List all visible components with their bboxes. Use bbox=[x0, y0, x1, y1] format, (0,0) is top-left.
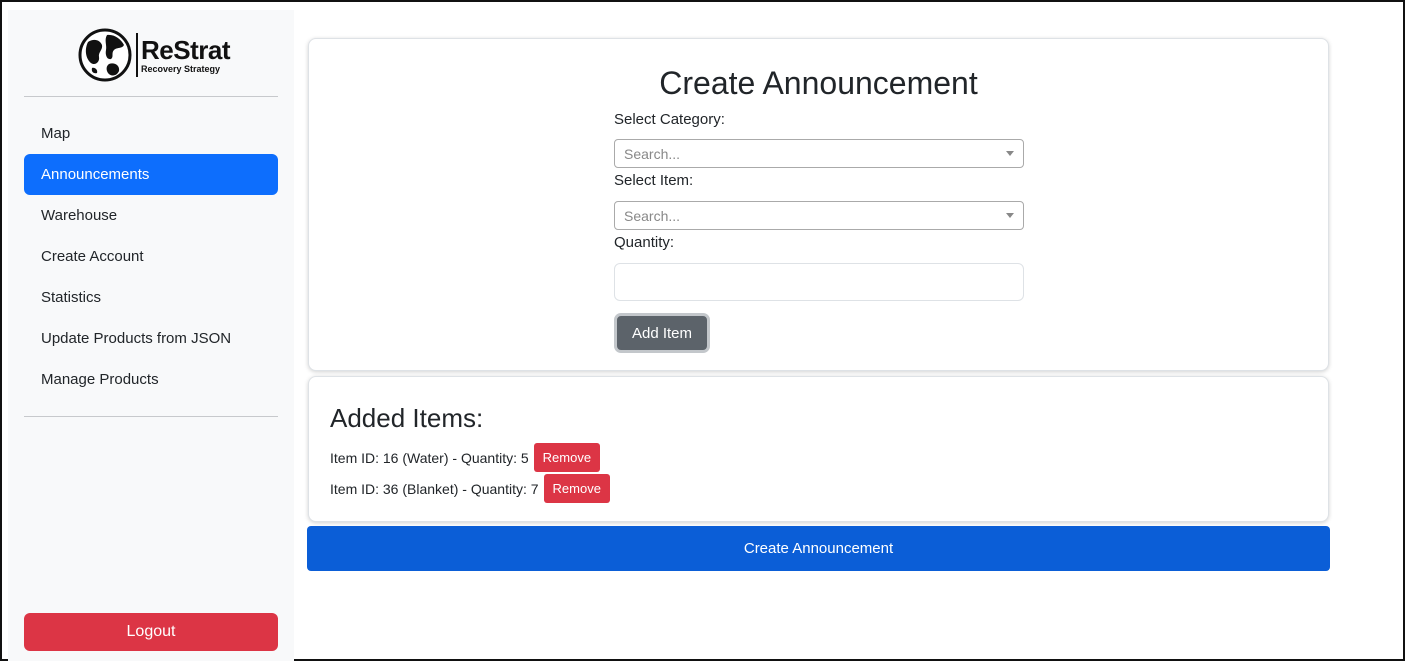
dropdown-caret-icon bbox=[1006, 151, 1014, 156]
quantity-input[interactable] bbox=[614, 263, 1024, 301]
list-item-text: Item ID: 36 (Blanket) - Quantity: 7 bbox=[330, 480, 539, 497]
sidebar-item-create-account[interactable]: Create Account bbox=[24, 236, 278, 277]
sidebar-nav: Map Announcements Warehouse Create Accou… bbox=[24, 113, 278, 400]
list-item: Item ID: 16 (Water) - Quantity: 5 Remove bbox=[330, 443, 601, 472]
added-items-title: Added Items: bbox=[330, 403, 484, 433]
sidebar-item-statistics[interactable]: Statistics bbox=[24, 277, 278, 318]
sidebar-item-announcements[interactable]: Announcements bbox=[24, 154, 278, 195]
quantity-label: Quantity: bbox=[614, 234, 675, 251]
category-placeholder: Search... bbox=[624, 145, 681, 162]
dropdown-caret-icon bbox=[1006, 213, 1014, 218]
sidebar-item-map[interactable]: Map bbox=[24, 113, 278, 154]
list-item-text: Item ID: 16 (Water) - Quantity: 5 bbox=[330, 449, 529, 466]
added-items-card: Added Items: Item ID: 16 (Water) - Quant… bbox=[308, 376, 1329, 522]
sidebar: ReStrat Recovery Strategy Map Announceme… bbox=[8, 10, 294, 661]
brand-name: ReStrat bbox=[141, 34, 230, 65]
item-select[interactable]: Search... bbox=[614, 201, 1024, 230]
sidebar-divider-top bbox=[24, 96, 278, 97]
sidebar-item-update-products-json[interactable]: Update Products from JSON bbox=[24, 318, 278, 359]
brand-tagline: Recovery Strategy bbox=[141, 63, 221, 74]
remove-button[interactable]: Remove bbox=[533, 443, 601, 472]
create-announcement-card: Create Announcement Select Category: Sea… bbox=[308, 38, 1329, 371]
item-label: Select Item: bbox=[614, 172, 694, 189]
sidebar-item-warehouse[interactable]: Warehouse bbox=[24, 195, 278, 236]
logo-text: ReStrat Recovery Strategy bbox=[141, 37, 230, 74]
globe-icon bbox=[78, 28, 132, 82]
list-item: Item ID: 36 (Blanket) - Quantity: 7 Remo… bbox=[330, 474, 610, 503]
category-select[interactable]: Search... bbox=[614, 139, 1024, 168]
item-placeholder: Search... bbox=[624, 207, 681, 224]
remove-button[interactable]: Remove bbox=[543, 474, 610, 503]
create-announcement-button[interactable]: Create Announcement bbox=[307, 526, 1330, 571]
logout-button[interactable]: Logout bbox=[24, 613, 278, 651]
sidebar-item-manage-products[interactable]: Manage Products bbox=[24, 359, 278, 400]
sidebar-divider-bottom bbox=[24, 416, 278, 417]
page-title: Create Announcement bbox=[659, 65, 978, 101]
add-item-button[interactable]: Add Item bbox=[614, 313, 710, 353]
brand-logo[interactable]: ReStrat Recovery Strategy bbox=[78, 25, 238, 85]
category-label: Select Category: bbox=[614, 111, 725, 128]
logo-separator bbox=[136, 33, 138, 77]
